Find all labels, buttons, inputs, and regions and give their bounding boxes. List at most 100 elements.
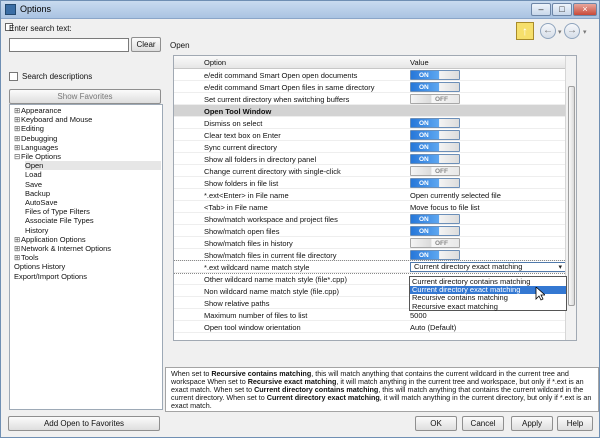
section-row[interactable]: Open Tool Window	[174, 105, 566, 117]
option-value[interactable]: Auto (Default)	[410, 323, 456, 332]
add-open-to-favorites-button[interactable]: Add Open to Favorites	[8, 416, 160, 431]
option-toggle[interactable]: ON	[410, 226, 460, 236]
option-row[interactable]: Show/match workspace and project files ON	[174, 213, 566, 225]
option-value[interactable]: Open currently selected file	[410, 191, 501, 200]
option-toggle[interactable]: ON	[410, 214, 460, 224]
tree-item-files-of-type-filters[interactable]: Files of Type Filters	[25, 207, 161, 216]
option-toggle[interactable]: ON	[410, 250, 460, 260]
collapse-icon[interactable]: ⊟	[14, 152, 21, 161]
option-toggle[interactable]: ON	[410, 82, 460, 92]
option-row[interactable]: Show/match files in current file directo…	[174, 249, 566, 261]
option-row[interactable]: Show/match open files ON	[174, 225, 566, 237]
value-column-header[interactable]: Value	[410, 58, 429, 67]
tree-item-application-options[interactable]: ⊞Application Options	[14, 235, 160, 244]
maximize-button[interactable]: □	[552, 3, 572, 16]
tree-item-label: Appearance	[21, 106, 62, 115]
option-row[interactable]: Change current directory with single-cli…	[174, 165, 566, 177]
dropdown-option[interactable]: Recursive exact matching	[410, 302, 566, 311]
checkbox-box[interactable]	[9, 72, 18, 81]
option-toggle[interactable]: ON	[410, 154, 460, 164]
option-label: Sync current directory	[204, 143, 277, 152]
option-toggle[interactable]: ON	[410, 130, 460, 140]
tree-item-history[interactable]: History	[25, 226, 161, 235]
tree-item-appearance[interactable]: ⊞Appearance	[14, 106, 160, 115]
back-history-chevron-icon[interactable]: ▾	[558, 28, 562, 36]
toggle-state: ON	[419, 252, 429, 259]
help-button[interactable]: Help	[557, 416, 593, 431]
option-row[interactable]: Show folders in file list ON	[174, 177, 566, 189]
option-row[interactable]: e/edit command Smart Open open documents…	[174, 69, 566, 81]
option-row[interactable]: Sync current directory ON	[174, 141, 566, 153]
toggle-state: ON	[419, 156, 429, 163]
tree-item-associate-file-types[interactable]: Associate File Types	[25, 216, 161, 225]
scrollbar-thumb[interactable]	[568, 86, 575, 306]
options-window: Options – □ × Enter search text: Clear S…	[0, 0, 600, 438]
expand-icon[interactable]: ⊞	[14, 143, 21, 152]
forward-history-chevron-icon[interactable]: ▾	[583, 28, 587, 36]
tree-item-tools[interactable]: ⊞Tools	[14, 253, 160, 262]
option-row[interactable]: Dismiss on select ON	[174, 117, 566, 129]
tree-item-open[interactable]: Open	[25, 161, 161, 171]
tree-item-network-internet-options[interactable]: ⊞Network & Internet Options	[14, 244, 160, 253]
show-favorites-button[interactable]: Show Favorites	[9, 89, 161, 104]
option-toggle[interactable]: OFF	[410, 166, 460, 176]
search-input[interactable]	[9, 38, 129, 52]
apply-button[interactable]: Apply	[511, 416, 553, 431]
options-window-icon	[5, 4, 16, 15]
option-value[interactable]: Move focus to file list	[410, 203, 480, 212]
forward-arrow-icon[interactable]: →	[564, 23, 580, 39]
tree-item-languages[interactable]: ⊞Languages	[14, 143, 160, 152]
tree-item-keyboard-and-mouse[interactable]: ⊞Keyboard and Mouse	[14, 115, 160, 124]
options-tree[interactable]: ⊞Appearance ⊞Keyboard and Mouse ⊞Editing ⊞D…	[9, 104, 163, 410]
ok-button[interactable]: OK	[415, 416, 457, 431]
expand-icon[interactable]: ⊞	[14, 124, 21, 133]
option-row[interactable]: e/edit command Smart Open files in same …	[174, 81, 566, 93]
option-row[interactable]: <Tab> in File name Move focus to file lis…	[174, 201, 566, 213]
tree-item-debugging[interactable]: ⊞Debugging	[14, 134, 160, 143]
tree-item-autosave[interactable]: AutoSave	[25, 198, 161, 207]
tree-item-options-history[interactable]: Options History	[14, 262, 160, 271]
tree-item-file-options[interactable]: ⊟File Options	[14, 152, 160, 161]
search-descriptions-checkbox[interactable]: Search descriptions	[9, 72, 92, 81]
option-row[interactable]: Open tool window orientation Auto (Defaul…	[174, 321, 566, 333]
option-toggle[interactable]: ON	[410, 118, 460, 128]
expand-icon[interactable]: ⊞	[14, 253, 21, 262]
option-toggle[interactable]: ON	[410, 142, 460, 152]
clear-button[interactable]: Clear	[131, 37, 161, 52]
option-row[interactable]: Show all folders in directory panel ON	[174, 153, 566, 165]
tree-item-save[interactable]: Save	[25, 180, 161, 189]
option-toggle[interactable]: ON	[410, 178, 460, 188]
tree-item-label: Open	[25, 161, 44, 171]
option-row[interactable]: Set current directory when switching buf…	[174, 93, 566, 105]
expand-icon[interactable]: ⊞	[14, 244, 21, 253]
expand-icon[interactable]: ⊞	[14, 235, 21, 244]
option-row[interactable]: Show/match files in history OFF	[174, 237, 566, 249]
option-toggle[interactable]: OFF	[410, 238, 460, 248]
option-toggle[interactable]: OFF	[410, 94, 460, 104]
chevron-down-icon[interactable]: ▾	[558, 264, 562, 272]
option-row[interactable]: *.ext wildcard name match style Current d…	[174, 260, 567, 274]
tree-item-editing[interactable]: ⊞Editing	[14, 124, 160, 133]
option-value[interactable]: 5000	[410, 311, 427, 320]
minimize-button[interactable]: –	[531, 3, 551, 16]
back-arrow-icon[interactable]: ←	[540, 23, 556, 39]
option-row[interactable]: *.ext<Enter> in File name Open currently …	[174, 189, 566, 201]
option-label: e/edit command Smart Open files in same …	[204, 83, 375, 92]
tree-item-export-import-options[interactable]: Export/Import Options	[14, 272, 160, 281]
expand-icon[interactable]: ⊞	[14, 134, 21, 143]
option-label: Show folders in file list	[204, 179, 279, 188]
option-column-header[interactable]: Option	[204, 58, 226, 67]
tree-item-load[interactable]: Load	[25, 170, 161, 179]
expand-icon[interactable]: ⊞	[14, 106, 21, 115]
tree-item-backup[interactable]: Backup	[25, 189, 161, 198]
match-style-select[interactable]: Current directory exact matching ▾	[410, 262, 566, 272]
up-arrow-icon[interactable]: ↑	[516, 22, 534, 40]
title-bar[interactable]: Options – □ ×	[1, 1, 599, 19]
cancel-button[interactable]: Cancel	[462, 416, 504, 431]
expand-icon[interactable]: ⊞	[14, 115, 21, 124]
option-row[interactable]: Clear text box on Enter ON	[174, 129, 566, 141]
close-button[interactable]: ×	[573, 3, 597, 16]
tree-item-label: Editing	[21, 124, 44, 134]
option-toggle[interactable]: ON	[410, 70, 460, 80]
toggle-state: OFF	[435, 168, 448, 175]
